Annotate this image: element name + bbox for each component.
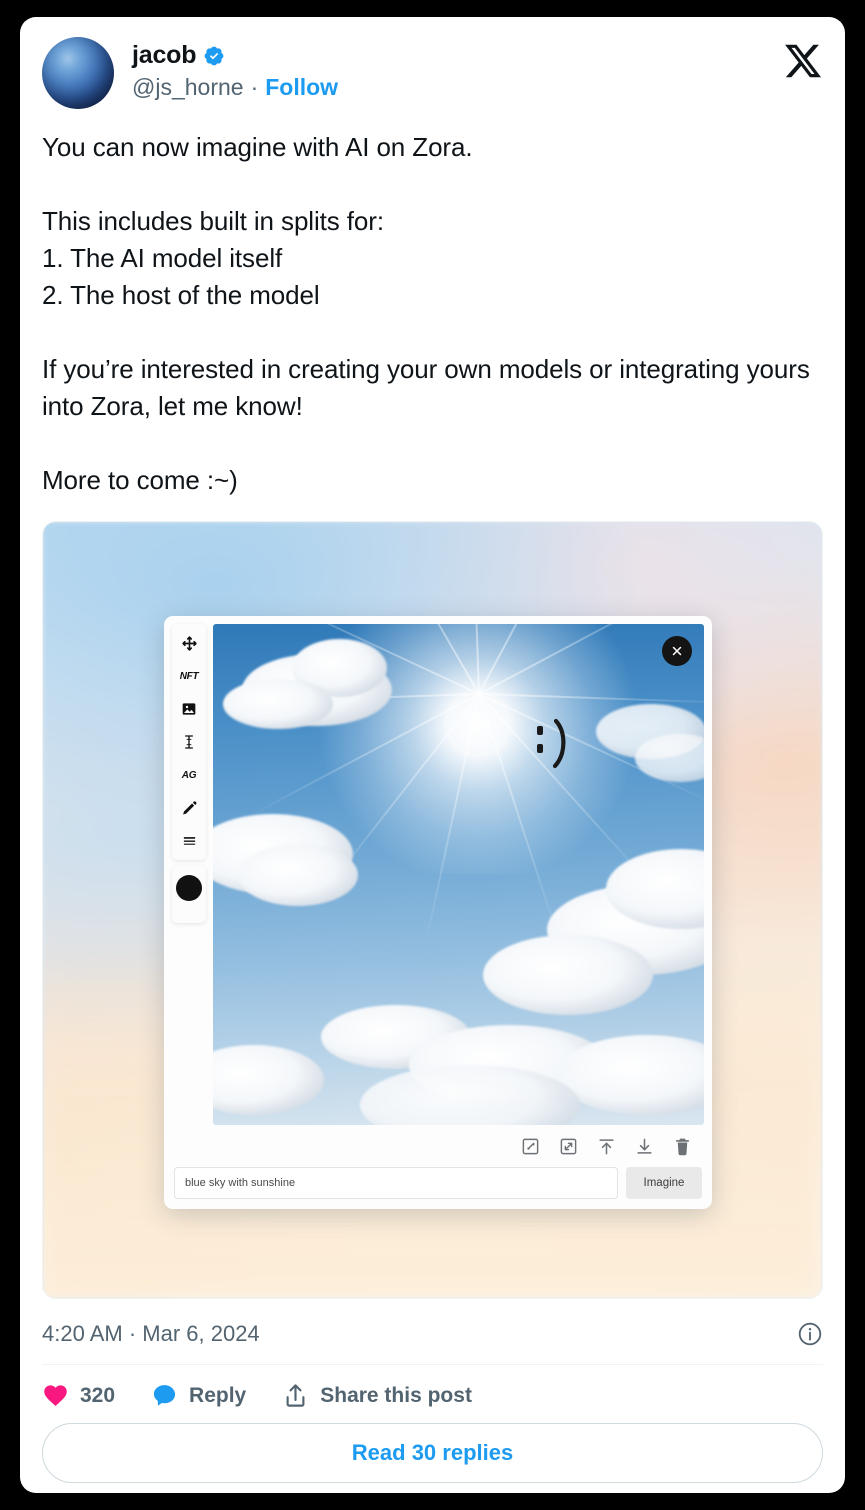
trash-icon[interactable]	[673, 1137, 692, 1156]
font-tool[interactable]: AG	[178, 765, 200, 785]
reply-button[interactable]: Reply	[151, 1382, 246, 1409]
tweet-text: You can now imagine with AI on Zora. Thi…	[42, 132, 810, 495]
tweet-header: jacob @js_horne · Follow	[42, 37, 823, 109]
editor-canvas-column	[213, 624, 704, 1167]
nft-tool[interactable]: NFT	[178, 666, 200, 686]
prompt-input[interactable]: blue sky with sunshine	[174, 1167, 618, 1199]
timestamp: 4:20 AM · Mar 6, 2024	[42, 1321, 260, 1346]
move-tool[interactable]	[178, 633, 200, 653]
color-swatch-black[interactable]	[176, 875, 202, 901]
editor-canvas[interactable]	[213, 624, 704, 1125]
text-cursor-tool[interactable]	[178, 732, 200, 752]
close-icon[interactable]	[662, 636, 692, 666]
reply-label: Reply	[189, 1383, 247, 1407]
expand-outward-icon[interactable]	[559, 1137, 578, 1156]
like-count: 320	[80, 1383, 116, 1407]
upload-icon[interactable]	[597, 1137, 616, 1156]
lines-tool[interactable]	[178, 831, 200, 851]
prompt-bar: blue sky with sunshine Imagine	[172, 1167, 704, 1201]
author-names: jacob @js_horne · Follow	[132, 37, 338, 101]
follow-button[interactable]: Follow	[265, 74, 338, 101]
shrink-inward-icon[interactable]	[521, 1137, 540, 1156]
image-tool[interactable]	[178, 699, 200, 719]
info-circle-icon[interactable]	[797, 1321, 823, 1347]
pen-tool[interactable]	[178, 798, 200, 818]
image-editor-window: NFT AG blue sky with sunshine Imagine	[164, 616, 712, 1209]
heart-icon	[44, 1385, 67, 1406]
editor-toolbar-column: NFT AG	[172, 624, 206, 1167]
canvas-action-bar	[213, 1125, 704, 1167]
engagement-bar: 320 Reply Share this post	[42, 1365, 823, 1423]
color-swatch-panel	[172, 866, 206, 923]
verified-icon	[203, 45, 225, 67]
timestamp-row: 4:20 AM · Mar 6, 2024	[42, 1321, 823, 1365]
cloud	[237, 844, 358, 907]
share-label: Share this post	[320, 1383, 472, 1407]
display-name[interactable]: jacob	[132, 41, 196, 70]
imagine-button[interactable]: Imagine	[626, 1167, 702, 1199]
cloud	[483, 934, 654, 1015]
share-up-arrow-icon	[286, 1384, 305, 1407]
smiley-drawing	[536, 718, 566, 768]
download-icon[interactable]	[635, 1137, 654, 1156]
x-logo[interactable]	[783, 41, 823, 81]
avatar[interactable]	[42, 37, 114, 109]
font-tool-label: AG	[181, 769, 197, 781]
share-button[interactable]: Share this post	[282, 1382, 472, 1409]
separator-dot: ·	[250, 74, 259, 100]
read-replies-button[interactable]: Read 30 replies	[42, 1423, 823, 1483]
tweet-card: jacob @js_horne · Follow You can now ima…	[20, 17, 845, 1493]
cloud	[635, 734, 704, 783]
like-button[interactable]: 320	[42, 1382, 115, 1409]
author-handle[interactable]: @js_horne	[132, 74, 244, 101]
tweet-media[interactable]: NFT AG blue sky with sunshine Imagine	[42, 521, 823, 1299]
nft-tool-label: NFT	[179, 670, 199, 682]
editor-toolbar: NFT AG	[172, 624, 206, 860]
speech-bubble-icon	[153, 1385, 176, 1406]
cloud	[213, 1044, 324, 1115]
cloud	[222, 679, 333, 730]
